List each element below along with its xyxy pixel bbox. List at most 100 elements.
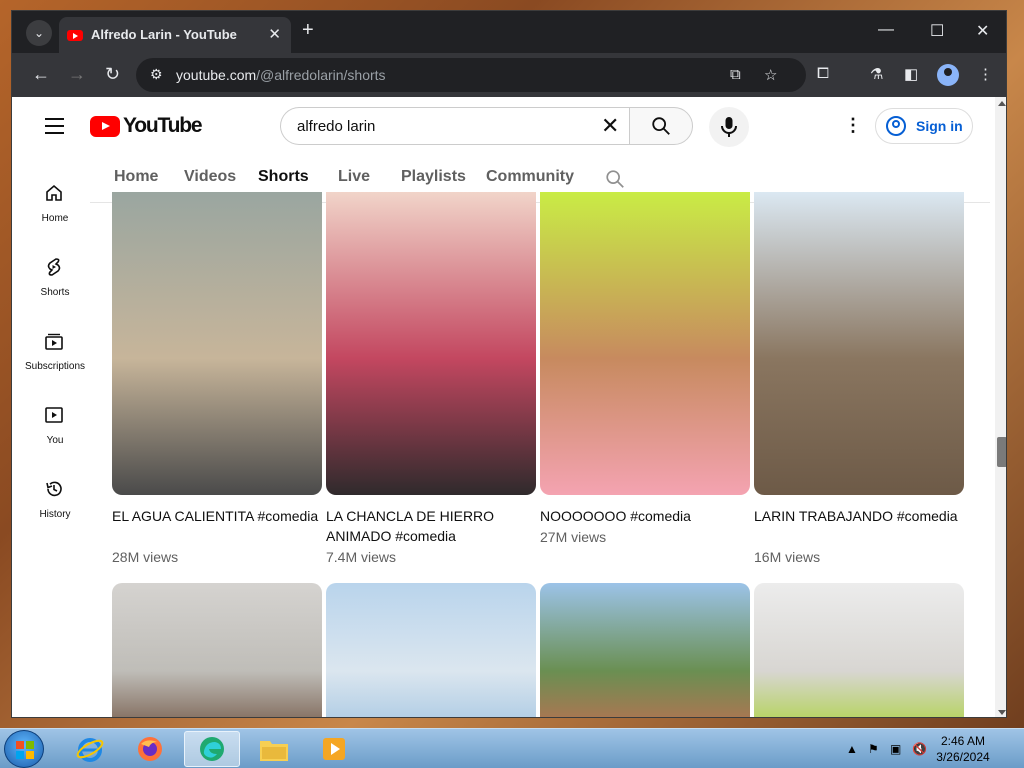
file-explorer-task[interactable] (246, 731, 302, 767)
firefox-task[interactable] (122, 731, 178, 767)
clock-time: 2:46 AM (940, 734, 986, 748)
short-thumbnail[interactable] (112, 192, 322, 495)
short-thumbnail[interactable] (326, 583, 536, 717)
profile-avatar-icon[interactable] (937, 64, 959, 86)
history-icon (46, 481, 62, 497)
url-text: youtube.com/@alfredolarin/shorts (176, 67, 386, 83)
short-thumbnail[interactable] (754, 192, 964, 495)
labs-flask-icon[interactable]: ⚗ (870, 65, 883, 83)
sidebar-item-you[interactable]: You (12, 389, 92, 459)
windows-taskbar: ▲ ⚑ ▣ 🔇 2:46 AM 3/26/2024 (0, 728, 1024, 768)
short-views: 27M views (540, 529, 607, 545)
short-thumbnail[interactable] (540, 192, 750, 495)
browser-toolbar: ← → ↻ ⚙ youtube.com/@alfredolarin/shorts… (12, 53, 1006, 97)
sidebar-item-home[interactable]: Home (12, 167, 92, 237)
site-info-icon[interactable]: ⚙ (150, 66, 163, 83)
back-arrow-icon[interactable]: ← (32, 64, 50, 85)
clock-date: 3/26/2024 (936, 750, 990, 764)
browser-tab[interactable]: Alfredo Larin - YouTube ✕ (59, 17, 291, 53)
edge-task[interactable] (184, 731, 240, 767)
channel-search-icon[interactable] (604, 168, 626, 190)
edge-browser-icon (200, 737, 224, 761)
youtube-favicon-icon (67, 30, 83, 41)
account-icon (886, 116, 906, 136)
address-bar[interactable]: ⚙ youtube.com/@alfredolarin/shorts ⧉ ☆ (136, 58, 806, 92)
settings-more-icon[interactable]: ⋮ (844, 115, 862, 136)
sidebar-label: History (39, 509, 71, 520)
search-query: alfredo larin (297, 118, 376, 135)
short-views: 16M views (754, 549, 821, 565)
sidebar-label: Subscriptions (24, 361, 86, 372)
you-icon (45, 407, 63, 423)
home-icon (46, 184, 62, 201)
search-icon (652, 117, 670, 135)
new-tab-button[interactable]: + (302, 19, 314, 42)
tab-shorts[interactable]: Shorts (258, 168, 309, 203)
firefox-icon (138, 737, 162, 761)
short-title[interactable]: NOOOOOOO #comedia (540, 506, 750, 526)
install-app-icon[interactable]: ⧉ (730, 66, 741, 83)
voice-search-button[interactable] (709, 107, 749, 147)
system-clock[interactable]: 2:46 AM 3/26/2024 (930, 733, 996, 765)
short-thumbnail[interactable] (326, 192, 536, 495)
scroll-down-arrow-icon[interactable] (998, 710, 1006, 715)
media-player-icon (323, 738, 345, 760)
tab-home[interactable]: Home (114, 168, 158, 186)
clear-search-icon[interactable]: ✕ (601, 113, 619, 139)
volume-muted-icon[interactable]: 🔇 (912, 742, 927, 756)
scroll-up-arrow-icon[interactable] (998, 101, 1006, 106)
short-title[interactable]: EL AGUA CALIENTITA #comedia (112, 506, 322, 526)
tab-live[interactable]: Live (338, 168, 370, 186)
minimize-icon[interactable]: — (878, 21, 894, 39)
search-button[interactable] (629, 107, 693, 145)
microphone-icon (721, 117, 737, 137)
internet-explorer-icon (76, 738, 104, 762)
youtube-play-icon (90, 116, 120, 137)
sidebar-label: Shorts (40, 287, 70, 298)
sidebar-label: Home (41, 213, 69, 224)
close-window-icon[interactable]: ✕ (976, 21, 989, 41)
tab-title: Alfredo Larin - YouTube (91, 27, 237, 42)
extensions-icon[interactable]: ⧠ (817, 65, 829, 82)
tab-videos[interactable]: Videos (184, 168, 236, 186)
sidebar-label: You (46, 435, 64, 446)
show-hidden-icons-icon[interactable]: ▲ (846, 742, 858, 756)
left-sidebar: Home Shorts Subscriptions You History (12, 155, 92, 717)
sidebar-item-history[interactable]: History (12, 463, 92, 533)
shorts-icon (47, 258, 61, 276)
short-title[interactable]: LA CHANCLA DE HIERRO ANIMADO #comedia (326, 506, 536, 546)
browser-menu-icon[interactable]: ⋮ (978, 65, 993, 83)
short-thumbnail[interactable] (754, 583, 964, 717)
short-title[interactable]: LARIN TRABAJANDO #comedia (754, 506, 964, 526)
short-views: 28M views (112, 549, 179, 565)
sign-in-button[interactable]: Sign in (875, 108, 973, 144)
reload-icon[interactable]: ↻ (105, 64, 120, 85)
shorts-grid: EL AGUA CALIENTITA #comedia 28M views LA C… (112, 192, 972, 717)
internet-explorer-task[interactable] (62, 731, 118, 767)
search-input[interactable]: alfredo larin ✕ (280, 107, 630, 145)
tab-community[interactable]: Community (486, 168, 574, 186)
start-button[interactable] (4, 730, 44, 768)
action-center-flag-icon[interactable]: ⚑ (868, 742, 879, 756)
forward-arrow-icon[interactable]: → (68, 64, 86, 85)
sidebar-item-shorts[interactable]: Shorts (12, 241, 92, 311)
side-panel-icon[interactable]: ◧ (904, 65, 918, 83)
network-icon[interactable]: ▣ (890, 742, 901, 756)
maximize-icon[interactable]: ☐ (930, 21, 944, 41)
bookmark-star-icon[interactable]: ☆ (764, 66, 777, 84)
tab-search-menu-icon[interactable]: ⌄ (26, 20, 52, 46)
browser-window: ⌄ Alfredo Larin - YouTube ✕ + — ☐ ✕ ← → … (11, 10, 1007, 718)
scroll-thumb[interactable] (997, 437, 1006, 467)
short-thumbnail[interactable] (540, 583, 750, 717)
short-views: 7.4M views (326, 549, 397, 565)
tab-playlists[interactable]: Playlists (401, 168, 466, 186)
tab-close-icon[interactable]: ✕ (268, 25, 281, 43)
windows-logo-icon (16, 741, 34, 759)
short-thumbnail[interactable] (112, 583, 322, 717)
subscriptions-icon (45, 333, 63, 350)
media-player-task[interactable] (306, 731, 362, 767)
tab-strip: ⌄ Alfredo Larin - YouTube ✕ + — ☐ ✕ (12, 11, 1006, 53)
sidebar-item-subscriptions[interactable]: Subscriptions (12, 315, 92, 385)
page-scrollbar[interactable] (995, 97, 1006, 717)
hamburger-menu-icon[interactable] (45, 118, 64, 139)
